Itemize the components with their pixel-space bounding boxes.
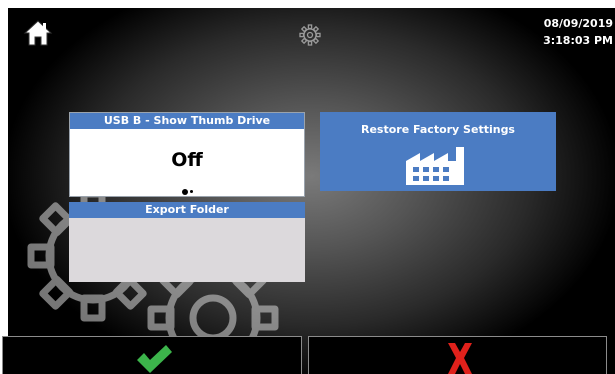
- usb-setting-value: Off: [171, 149, 203, 171]
- export-folder-tile[interactable]: Export Folder: [69, 202, 305, 282]
- export-tile-title: Export Folder: [69, 202, 305, 218]
- display-area: 08/09/2019 3:18:03 PM USB B - Show Thumb…: [8, 8, 615, 374]
- cancel-button[interactable]: [308, 336, 607, 374]
- home-icon: [23, 20, 53, 46]
- settings-button[interactable]: [299, 24, 321, 46]
- gear-icon: [299, 24, 321, 46]
- date-text: 08/09/2019: [543, 17, 613, 30]
- restore-factory-settings-button[interactable]: Restore Factory Settings: [320, 112, 556, 191]
- settings-screen: 08/09/2019 3:18:03 PM USB B - Show Thumb…: [0, 0, 615, 374]
- usb-thumb-drive-tile[interactable]: USB B - Show Thumb Drive Off: [69, 112, 305, 197]
- confirm-button[interactable]: [2, 336, 302, 374]
- usb-tile-title: USB B - Show Thumb Drive: [70, 113, 304, 129]
- page-dot-inactive: [189, 190, 193, 194]
- page-dot-active: [181, 188, 188, 195]
- date-time-display: 08/09/2019 3:18:03 PM: [543, 15, 613, 49]
- time-text: 3:18:03 PM: [543, 34, 613, 47]
- checkmark-icon: [137, 345, 172, 373]
- home-button[interactable]: [23, 18, 53, 48]
- restore-tile-title: Restore Factory Settings: [361, 123, 515, 136]
- page-indicator: [70, 183, 304, 195]
- factory-icon: [406, 147, 464, 185]
- x-icon: [448, 343, 472, 374]
